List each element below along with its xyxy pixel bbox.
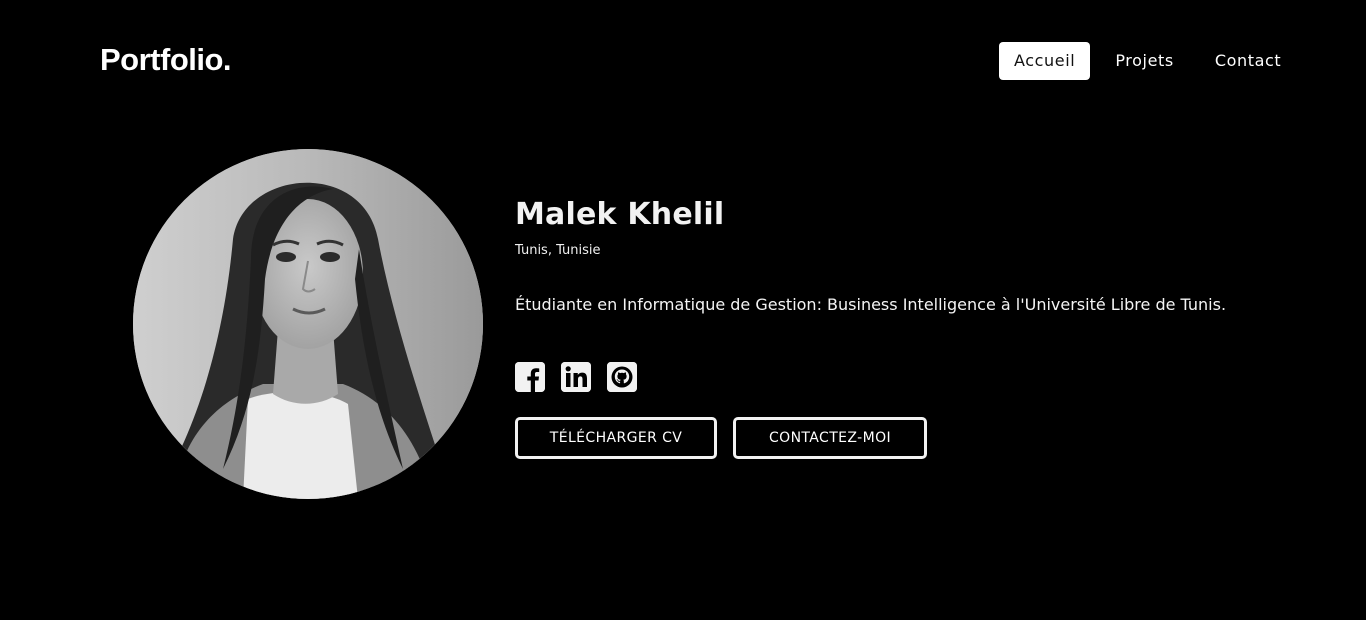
linkedin-icon[interactable] bbox=[561, 362, 591, 392]
site-logo[interactable]: Portfolio. bbox=[100, 42, 232, 78]
social-links bbox=[515, 362, 637, 392]
contact-me-button[interactable]: CONTACTEZ-MOI bbox=[733, 417, 927, 459]
profile-photo bbox=[133, 149, 483, 499]
nav-contact[interactable]: Contact bbox=[1215, 42, 1281, 80]
facebook-icon[interactable] bbox=[515, 362, 545, 392]
nav-projets[interactable]: Projets bbox=[1115, 42, 1173, 80]
github-icon[interactable] bbox=[607, 362, 637, 392]
profile-location: Tunis, Tunisie bbox=[515, 243, 601, 258]
download-cv-button[interactable]: TÉLÉCHARGER CV bbox=[515, 417, 717, 459]
nav-accueil[interactable]: Accueil bbox=[999, 42, 1091, 80]
profile-name: Malek Khelil bbox=[515, 197, 725, 232]
main-nav: Accueil Projets Contact bbox=[999, 42, 1281, 80]
profile-bio: Étudiante en Informatique de Gestion: Bu… bbox=[515, 295, 1227, 314]
